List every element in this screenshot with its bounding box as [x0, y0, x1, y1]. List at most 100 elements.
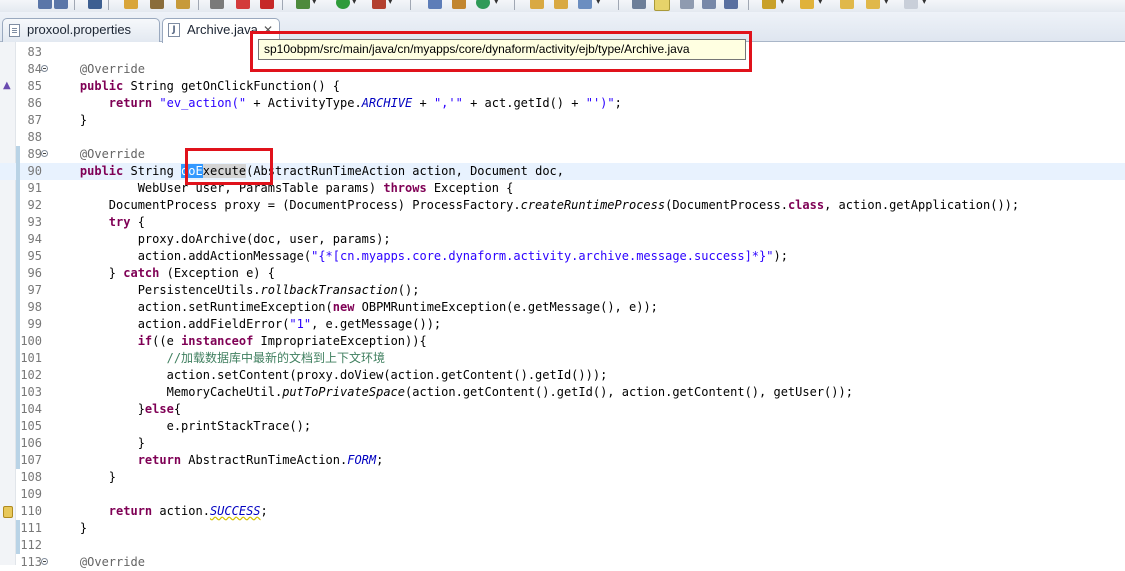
- new-class-icon[interactable]: [124, 0, 138, 9]
- pin-icon[interactable]: [632, 0, 646, 9]
- junit-icon[interactable]: [150, 0, 164, 9]
- code-line[interactable]: 105 e.printStackTrace();: [0, 418, 1125, 435]
- code-line[interactable]: 109: [0, 486, 1125, 503]
- code-text[interactable]: WebUser user, ParamsTable params) throws…: [51, 180, 514, 197]
- fold-toggle-icon[interactable]: [41, 558, 48, 565]
- code-line[interactable]: 110 return action.SUCCESS;: [0, 503, 1125, 520]
- chevron-down-icon[interactable]: ▾: [922, 0, 927, 7]
- open-folder-icon[interactable]: [554, 0, 568, 9]
- block-select-icon[interactable]: [724, 0, 738, 9]
- code-text[interactable]: return AbstractRunTimeAction.FORM;: [51, 452, 384, 469]
- next-annotation-icon[interactable]: [800, 0, 814, 9]
- code-line[interactable]: 106 }: [0, 435, 1125, 452]
- external-tools-icon[interactable]: [372, 0, 386, 9]
- code-line[interactable]: 97 PersistenceUtils.rollbackTransaction(…: [0, 282, 1125, 299]
- code-text[interactable]: }else{: [51, 401, 181, 418]
- code-text[interactable]: return action.SUCCESS;: [51, 503, 268, 520]
- chevron-down-icon[interactable]: ▾: [388, 0, 393, 7]
- chevron-down-icon[interactable]: ▾: [780, 0, 785, 7]
- code-line[interactable]: 96 } catch (Exception e) {: [0, 265, 1125, 282]
- code-text[interactable]: action.addFieldError("1", e.getMessage()…: [51, 316, 441, 333]
- code-line[interactable]: 89 @Override: [0, 146, 1125, 163]
- code-text[interactable]: action.addActionMessage("{*[cn.myapps.co…: [51, 248, 788, 265]
- build-icon[interactable]: [176, 0, 190, 9]
- code-line[interactable]: 108 }: [0, 469, 1125, 486]
- code-line[interactable]: 86 return "ev_action(" + ActivityType.AR…: [0, 95, 1125, 112]
- code-text[interactable]: }: [51, 112, 87, 129]
- code-text[interactable]: try {: [51, 214, 145, 231]
- highlight-icon[interactable]: [654, 0, 670, 11]
- code-text[interactable]: PersistenceUtils.rollbackTransaction();: [51, 282, 420, 299]
- code-text[interactable]: if((e instanceof ImpropriateException)){: [51, 333, 427, 350]
- code-line[interactable]: 98 action.setRuntimeException(new OBPMRu…: [0, 299, 1125, 316]
- code-line[interactable]: 107 return AbstractRunTimeAction.FORM;: [0, 452, 1125, 469]
- fold-toggle-icon[interactable]: [41, 65, 48, 72]
- chevron-down-icon[interactable]: ▾: [818, 0, 823, 7]
- back-icon[interactable]: [840, 0, 854, 9]
- forward-icon[interactable]: [904, 0, 918, 9]
- save-all-icon[interactable]: [54, 0, 68, 9]
- code-text[interactable]: DocumentProcess proxy = (DocumentProcess…: [51, 197, 1019, 214]
- mark-icon[interactable]: [680, 0, 694, 9]
- code-line[interactable]: 92 DocumentProcess proxy = (DocumentProc…: [0, 197, 1125, 214]
- debug-icon[interactable]: [296, 0, 310, 9]
- code-line[interactable]: 91 WebUser user, ParamsTable params) thr…: [0, 180, 1125, 197]
- run-icon[interactable]: [336, 0, 350, 9]
- code-text[interactable]: @Override: [51, 146, 145, 163]
- code-line[interactable]: 94 proxy.doArchive(doc, user, params);: [0, 231, 1125, 248]
- server-icon[interactable]: [210, 0, 224, 9]
- chevron-down-icon[interactable]: ▾: [494, 0, 499, 7]
- code-line[interactable]: 112: [0, 537, 1125, 554]
- back-icon[interactable]: [866, 0, 880, 9]
- code-text[interactable]: action.setContent(proxy.doView(action.ge…: [51, 367, 608, 384]
- code-text[interactable]: public String doExecute(AbstractRunTimeA…: [51, 163, 564, 180]
- code-text[interactable]: return "ev_action(" + ActivityType.ARCHI…: [51, 95, 622, 112]
- code-line[interactable]: 100 if((e instanceof ImpropriateExceptio…: [0, 333, 1125, 350]
- chevron-down-icon[interactable]: ▾: [596, 0, 601, 7]
- code-line[interactable]: 88: [0, 129, 1125, 146]
- tab-proxool-properties[interactable]: proxool.properties: [2, 18, 160, 42]
- code-line[interactable]: 113 @Override: [0, 554, 1125, 571]
- code-text[interactable]: }: [51, 435, 145, 452]
- download-icon[interactable]: [88, 0, 102, 9]
- remove-icon[interactable]: [260, 0, 274, 9]
- code-line[interactable]: 93 try {: [0, 214, 1125, 231]
- code-text[interactable]: e.printStackTrace();: [51, 418, 312, 435]
- show-whitespace-icon[interactable]: [702, 0, 716, 9]
- code-line[interactable]: 111 }: [0, 520, 1125, 537]
- line-number: 88: [27, 130, 42, 144]
- code-line[interactable]: 85 public String getOnClickFunction() {: [0, 78, 1125, 95]
- code-text[interactable]: }: [51, 469, 116, 486]
- stop-server-icon[interactable]: [236, 0, 250, 9]
- code-text[interactable]: proxy.doArchive(doc, user, params);: [51, 231, 391, 248]
- save-icon[interactable]: [38, 0, 52, 9]
- chevron-down-icon[interactable]: ▾: [352, 0, 357, 7]
- refresh-icon[interactable]: [476, 0, 490, 9]
- code-text[interactable]: }: [51, 520, 87, 537]
- chevron-down-icon[interactable]: ▾: [884, 0, 889, 7]
- code-text[interactable]: @Override: [51, 61, 145, 78]
- edit-icon[interactable]: [578, 0, 592, 9]
- open-package-icon[interactable]: [452, 0, 466, 9]
- code-text[interactable]: MemoryCacheUtil.putToPrivateSpace(action…: [51, 384, 853, 401]
- code-line[interactable]: 102 action.setContent(proxy.doView(actio…: [0, 367, 1125, 384]
- code-line[interactable]: 101 //加载数据库中最新的文档到上下文环境: [0, 350, 1125, 367]
- code-line[interactable]: 99 action.addFieldError("1", e.getMessag…: [0, 316, 1125, 333]
- code-editor[interactable]: ▲ 83 84 @Override 85 public String getOnCl…: [0, 42, 1125, 569]
- annotation-icon[interactable]: [762, 0, 776, 9]
- open-folder-icon[interactable]: [530, 0, 544, 9]
- code-line[interactable]: 104 }else{: [0, 401, 1125, 418]
- code-line[interactable]: 95 action.addActionMessage("{*[cn.myapps…: [0, 248, 1125, 265]
- current-code-line[interactable]: 90 public String doExecute(AbstractRunTi…: [0, 163, 1125, 180]
- code-line[interactable]: 87 }: [0, 112, 1125, 129]
- fold-toggle-icon[interactable]: [41, 150, 48, 157]
- code-text[interactable]: } catch (Exception e) {: [51, 265, 275, 282]
- code-text[interactable]: public String getOnClickFunction() {: [51, 78, 340, 95]
- chevron-down-icon[interactable]: ▾: [312, 0, 317, 7]
- code-line[interactable]: 103 MemoryCacheUtil.putToPrivateSpace(ac…: [0, 384, 1125, 401]
- line-number: 97: [27, 283, 42, 297]
- open-type-icon[interactable]: [428, 0, 442, 9]
- code-text[interactable]: //加载数据库中最新的文档到上下文环境: [51, 350, 385, 367]
- code-text[interactable]: @Override: [51, 554, 145, 571]
- code-text[interactable]: action.setRuntimeException(new OBPMRunti…: [51, 299, 658, 316]
